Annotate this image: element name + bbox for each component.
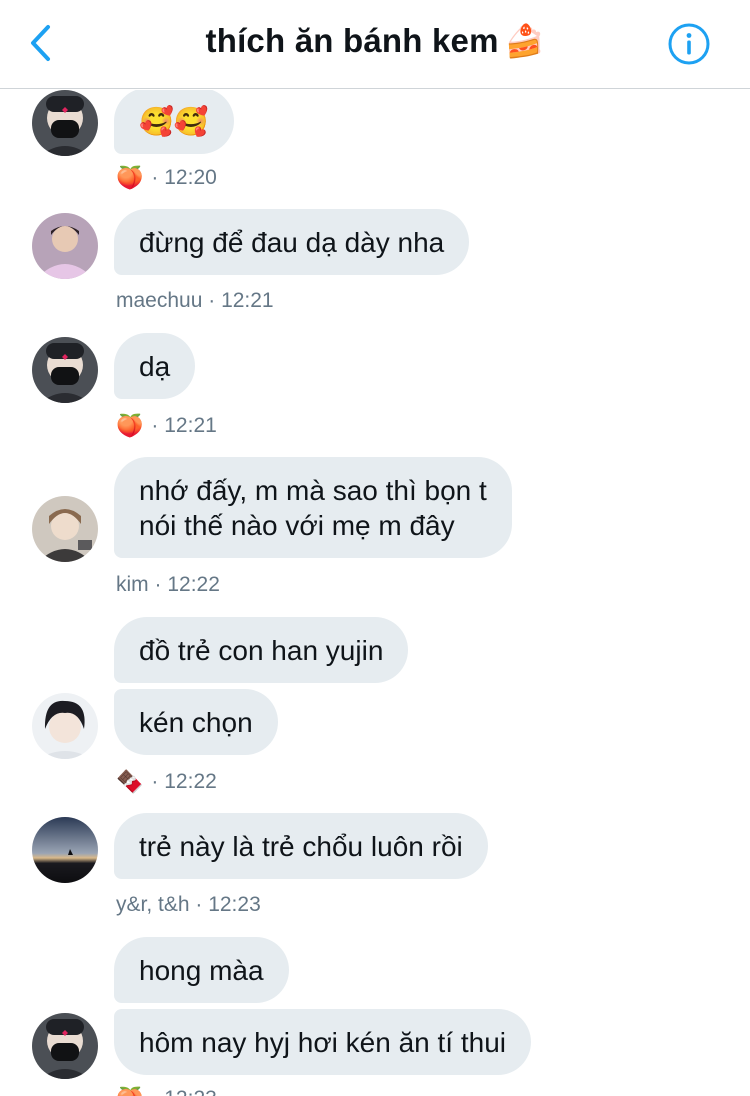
cake-icon: 🍰: [504, 23, 545, 59]
message-bubble[interactable]: đừng để đau dạ dày nha: [114, 209, 470, 275]
sender-name: maechuu: [116, 289, 203, 312]
avatar-mask-user[interactable]: [32, 1013, 98, 1079]
message-time: 12:22: [164, 770, 217, 793]
message-bubble[interactable]: hôm nay hyj hơi kén ăn tí thui: [114, 1009, 532, 1075]
message-bubble[interactable]: trẻ này là trẻ chổu luôn rồi: [114, 813, 488, 879]
message-time: 12:23: [164, 1087, 217, 1096]
message-time: 12:22: [167, 573, 220, 596]
message-bubble[interactable]: hong màa: [114, 937, 289, 1003]
message-meta: 🍫 · 12:22: [116, 769, 217, 795]
conversation-header: thích ăn bánh kem 🍰: [0, 0, 750, 89]
avatar-maechuu[interactable]: [32, 213, 98, 279]
message-bubble[interactable]: 🥰🥰: [114, 90, 234, 154]
message-meta: y&r, t&h · 12:23: [116, 893, 261, 916]
separator-dot: ·: [151, 1087, 158, 1096]
peach-icon: 🍑: [116, 1086, 143, 1096]
message-meta: 🍑 · 12:21: [116, 413, 217, 439]
message-bubble[interactable]: dạ: [114, 333, 196, 399]
avatar-yujin[interactable]: [32, 693, 98, 759]
chocolate-icon: 🍫: [116, 769, 144, 794]
separator-dot: ·: [151, 770, 159, 793]
message-feed[interactable]: 🥰🥰 🍑 · 12:20 đừng để đau dạ dày nha maec…: [0, 90, 750, 1096]
message-bubble[interactable]: nhớ đấy, m mà sao thì bọn t nói thế nào …: [114, 457, 512, 558]
separator-dot: ·: [151, 414, 159, 437]
avatar-kim[interactable]: [32, 496, 98, 562]
separator-dot: ·: [151, 166, 159, 189]
peach-icon: 🍑: [116, 165, 144, 190]
message-meta: kim · 12:22: [116, 573, 220, 596]
conversation-title: thích ăn bánh kem: [205, 22, 499, 59]
sender-name: y&r, t&h: [116, 893, 190, 916]
message-meta: 🍑 · 12:23: [116, 1086, 217, 1096]
message-meta: 🍑 · 12:20: [116, 165, 217, 191]
message-meta: maechuu · 12:21: [116, 289, 274, 312]
message-time: 12:21: [221, 289, 274, 312]
message-time: 12:21: [164, 414, 217, 437]
info-button[interactable]: [668, 23, 710, 65]
avatar-yr-th[interactable]: [32, 817, 98, 883]
avatar-mask-user[interactable]: [32, 90, 98, 156]
message-bubble[interactable]: kén chọn: [114, 689, 278, 755]
info-icon: [668, 23, 710, 65]
avatar-mask-user[interactable]: [32, 337, 98, 403]
conversation-title-wrap: thích ăn bánh kem 🍰: [0, 22, 750, 60]
message-bubble[interactable]: đồ trẻ con han yujin: [114, 617, 409, 683]
peach-icon: 🍑: [116, 413, 144, 438]
sender-name: kim: [116, 573, 149, 596]
message-time: 12:23: [208, 893, 261, 916]
message-time: 12:20: [164, 166, 217, 189]
